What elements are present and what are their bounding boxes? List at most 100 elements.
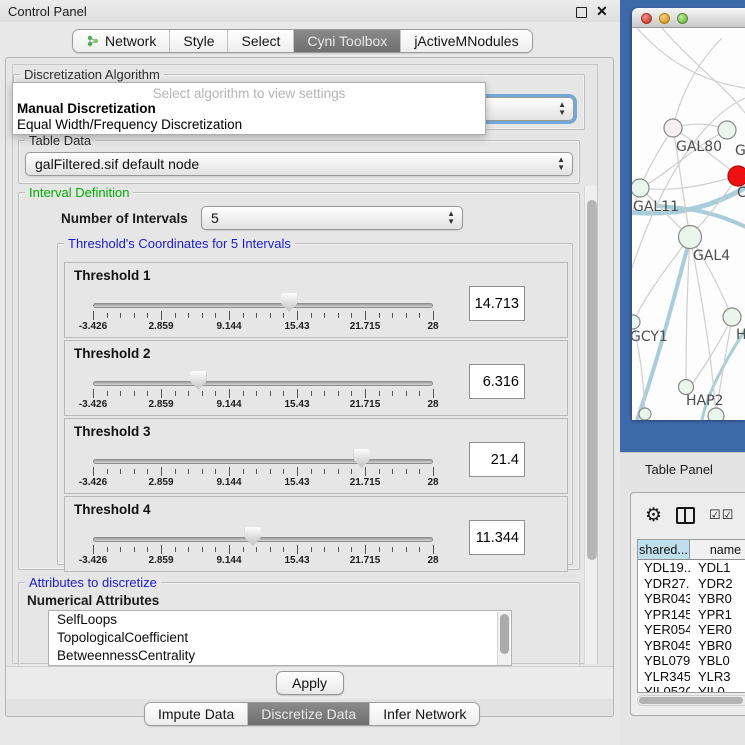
tick-mark	[392, 547, 393, 552]
cell-shared-name[interactable]: YIL052C	[638, 684, 690, 693]
close-icon[interactable]: ✕	[596, 3, 608, 20]
zoom-traffic-light-icon[interactable]	[677, 13, 688, 24]
network-edge[interactable]	[640, 176, 738, 189]
slider-thumb[interactable]	[281, 293, 297, 312]
cell-name[interactable]: YBL0	[690, 653, 745, 668]
tick-label: 9.144	[216, 321, 241, 332]
slider-thumb[interactable]	[190, 371, 206, 390]
cell-name[interactable]: YBR0	[690, 591, 745, 606]
table-row[interactable]: YPR145WYPR1	[638, 607, 745, 623]
node-h[interactable]	[723, 308, 741, 326]
cell-shared-name[interactable]: YBR045C	[638, 638, 690, 653]
cell-name[interactable]: YIL0	[690, 684, 745, 693]
node-bottom-left[interactable]	[639, 408, 651, 420]
close-traffic-light-icon[interactable]	[641, 13, 652, 24]
network-edge[interactable]	[686, 237, 690, 387]
table-row[interactable]: YBL079WYBL0	[638, 653, 745, 669]
column-header-shared-name[interactable]: shared...	[638, 540, 690, 559]
tick-mark	[215, 391, 216, 396]
table-row[interactable]: YBR045CYBR0	[638, 638, 745, 654]
table-data-combo[interactable]: galFiltered.sif default node ▲▼	[25, 152, 573, 176]
slider-track[interactable]	[93, 381, 433, 386]
cell-name[interactable]: YBR0	[690, 638, 745, 653]
node-bottom[interactable]	[708, 408, 724, 420]
float-window-icon[interactable]	[576, 7, 587, 18]
threshold-value-field[interactable]: 14.713	[469, 286, 525, 321]
table-row[interactable]: YLR345WYLR3	[638, 669, 745, 685]
checkboxes-icon[interactable]: ☑☑	[709, 507, 734, 523]
stepper-arrows-icon: ▲▼	[447, 210, 455, 226]
scrollbar-thumb[interactable]	[500, 614, 509, 654]
cell-name[interactable]: YER0	[690, 622, 745, 637]
table-row[interactable]: YER054CYER0	[638, 622, 745, 638]
table-row[interactable]: YBR043CYBR0	[638, 591, 745, 607]
node-gal80[interactable]	[664, 119, 682, 137]
attributes-scrollbar[interactable]	[497, 612, 510, 666]
cell-shared-name[interactable]: YPR145W	[638, 607, 690, 622]
tab-network[interactable]: Network	[73, 30, 170, 52]
network-edge[interactable]	[662, 28, 745, 113]
minimize-traffic-light-icon[interactable]	[659, 13, 670, 24]
node-top-right[interactable]	[718, 121, 736, 139]
cell-shared-name[interactable]: YDL19...	[638, 560, 690, 575]
tab-select[interactable]: Select	[228, 30, 294, 52]
cell-name[interactable]: YDL1	[690, 560, 745, 575]
tick-mark	[419, 391, 420, 396]
popup-item-equal-width[interactable]: Equal Width/Frequency Discretization	[13, 117, 485, 133]
threshold-value-field[interactable]: 6.316	[469, 364, 525, 399]
network-edge[interactable]	[673, 38, 722, 128]
threshold-value-field[interactable]: 11.344	[469, 520, 525, 555]
network-edge[interactable]	[640, 128, 673, 188]
tick-mark	[134, 391, 135, 396]
node-selected-red[interactable]	[728, 166, 745, 186]
numerical-attributes-list[interactable]: SelfLoopsTopologicalCoefficientBetweenne…	[48, 610, 512, 666]
node-gal11[interactable]	[632, 179, 649, 197]
tab-infer-network[interactable]: Infer Network	[370, 703, 479, 725]
cell-shared-name[interactable]: YBL079W	[638, 653, 690, 668]
slider-ticks	[93, 467, 433, 477]
tab-discretize-data[interactable]: Discretize Data	[248, 703, 370, 725]
cell-shared-name[interactable]: YLR345W	[638, 669, 690, 684]
table-row[interactable]: YIL052CYIL0	[638, 684, 745, 693]
slider-track[interactable]	[93, 303, 433, 308]
attribute-list-item[interactable]: SelfLoops	[49, 611, 511, 629]
table-row[interactable]: YDL19...YDL1	[638, 560, 745, 576]
cell-name[interactable]: YPR1	[690, 607, 745, 622]
column-header-name[interactable]: name	[690, 540, 745, 559]
tab-cyni-toolbox[interactable]: Cyni Toolbox	[294, 30, 401, 52]
attribute-list-item[interactable]: TopologicalCoefficient	[49, 629, 511, 647]
scrollbar-thumb[interactable]	[587, 200, 597, 560]
cell-name[interactable]: YDR2	[690, 576, 745, 591]
network-canvas[interactable]: GAL80GACGAL11GAL4GCY1HHAP2	[632, 28, 745, 420]
network-edge[interactable]	[633, 237, 690, 322]
slider-track[interactable]	[93, 459, 433, 464]
popup-item-manual-discretization[interactable]: Manual Discretization	[13, 101, 485, 117]
slider-thumb[interactable]	[354, 449, 370, 468]
threshold-panel: Threshold 2-3.4262.8599.14415.4321.71528…	[64, 340, 568, 416]
threshold-value-field[interactable]: 21.4	[469, 442, 525, 477]
gear-icon[interactable]: ⚙	[645, 506, 662, 525]
tick-label: -3.426	[79, 555, 107, 566]
number-of-intervals-combo[interactable]: 5 ▲▼	[201, 206, 463, 230]
table-row[interactable]: YDR27...YDR2	[638, 576, 745, 592]
slider-thumb[interactable]	[245, 527, 261, 546]
node-gcy1[interactable]	[632, 315, 640, 329]
cell-shared-name[interactable]: YDR27...	[638, 576, 690, 591]
table-panel-title: Table Panel	[645, 462, 713, 477]
cell-name[interactable]: YLR3	[690, 669, 745, 684]
cell-shared-name[interactable]: YBR043C	[638, 591, 690, 606]
cell-shared-name[interactable]: YER054C	[638, 622, 690, 637]
apply-button[interactable]: Apply	[276, 671, 344, 695]
tab-style[interactable]: Style	[170, 30, 228, 52]
slider-track[interactable]	[93, 537, 433, 542]
tab-impute-data[interactable]: Impute Data	[145, 703, 248, 725]
threshold-panel: Threshold 3-3.4262.8599.14415.4321.71528…	[64, 418, 568, 494]
table-horizontal-scrollbar[interactable]	[637, 695, 745, 706]
table-panel: ⚙ ☑☑ shared... name YDL19...YDL1YDR27...…	[630, 492, 745, 716]
node-gal4[interactable]	[679, 226, 702, 249]
tab-jactivemnodules[interactable]: jActiveMNodules	[401, 30, 531, 52]
scrollbar-thumb[interactable]	[639, 697, 743, 704]
columns-icon[interactable]	[676, 507, 695, 524]
main-scrollbar[interactable]	[584, 186, 597, 664]
attribute-list-item[interactable]: BetweennessCentrality	[49, 647, 511, 665]
